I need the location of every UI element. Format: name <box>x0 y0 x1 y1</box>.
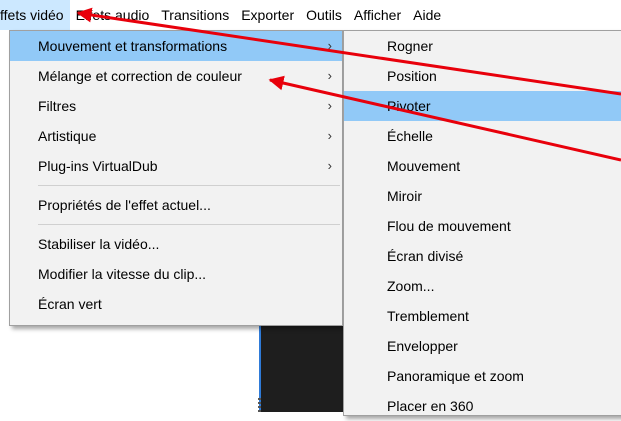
menu-view[interactable]: Afficher <box>348 0 407 30</box>
menu-item-label: Mélange et correction de couleur <box>38 68 242 84</box>
menu-audio-effects[interactable]: Effets audio <box>70 0 156 30</box>
menu-item-green-screen[interactable]: Écran vert <box>10 289 342 319</box>
chevron-right-icon: › <box>327 158 332 173</box>
resize-grip[interactable] <box>258 398 261 412</box>
submenu-item-place-360[interactable]: Placer en 360 <box>344 391 621 421</box>
menu-item-virtualdub-plugins[interactable]: Plug-ins VirtualDub › <box>10 151 342 181</box>
menu-separator <box>38 185 340 186</box>
menu-tools[interactable]: Outils <box>300 0 348 30</box>
chevron-right-icon: › <box>327 38 332 53</box>
submenu-item-scale[interactable]: Échelle <box>344 121 621 151</box>
chevron-right-icon: › <box>327 68 332 83</box>
video-effects-dropdown: Mouvement et transformations › Mélange e… <box>9 30 343 326</box>
submenu-item-motion-blur[interactable]: Flou de mouvement <box>344 211 621 241</box>
submenu-item-mirror[interactable]: Miroir <box>344 181 621 211</box>
menu-help[interactable]: Aide <box>407 0 447 30</box>
submenu-item-zoom[interactable]: Zoom... <box>344 271 621 301</box>
submenu-item-position[interactable]: Position <box>344 61 621 91</box>
submenu-item-motion[interactable]: Mouvement <box>344 151 621 181</box>
submenu-item-pan-zoom[interactable]: Panoramique et zoom <box>344 361 621 391</box>
preview-area <box>260 326 345 412</box>
menu-bar: ffets vidéo Effets audio Transitions Exp… <box>0 0 621 30</box>
menu-item-effect-properties[interactable]: Propriétés de l'effet actuel... <box>10 190 342 220</box>
menu-item-label: Modifier la vitesse du clip... <box>38 266 207 282</box>
menu-separator <box>38 224 340 225</box>
menu-item-stabilize-video[interactable]: Stabiliser la vidéo... <box>10 229 342 259</box>
menu-item-label: Filtres <box>38 98 77 114</box>
menu-item-clip-speed[interactable]: Modifier la vitesse du clip... <box>10 259 342 289</box>
menu-item-label: Écran vert <box>38 296 102 312</box>
menu-transitions[interactable]: Transitions <box>155 0 235 30</box>
menu-item-label: Plug-ins VirtualDub <box>38 158 158 174</box>
menu-item-artistic[interactable]: Artistique › <box>10 121 342 151</box>
submenu-item-shake[interactable]: Tremblement <box>344 301 621 331</box>
menu-video-effects[interactable]: ffets vidéo <box>0 0 70 30</box>
submenu-item-split-screen[interactable]: Écran divisé <box>344 241 621 271</box>
menu-item-label: Mouvement et transformations <box>38 38 228 54</box>
menu-item-label: Propriétés de l'effet actuel... <box>38 197 211 213</box>
menu-export[interactable]: Exporter <box>235 0 300 30</box>
submenu-item-wrap[interactable]: Envelopper <box>344 331 621 361</box>
menu-item-label: Stabiliser la vidéo... <box>38 236 160 252</box>
motion-submenu: Rogner Position Pivoter Échelle Mouvemen… <box>343 30 621 416</box>
menu-item-filters[interactable]: Filtres › <box>10 91 342 121</box>
menu-item-color-correction[interactable]: Mélange et correction de couleur › <box>10 61 342 91</box>
submenu-item-rotate[interactable]: Pivoter <box>344 91 621 121</box>
menu-item-label: Artistique <box>38 128 97 144</box>
chevron-right-icon: › <box>327 98 332 113</box>
menu-item-motion-transformations[interactable]: Mouvement et transformations › <box>10 31 342 61</box>
submenu-item-crop[interactable]: Rogner <box>344 31 621 61</box>
chevron-right-icon: › <box>327 128 332 143</box>
